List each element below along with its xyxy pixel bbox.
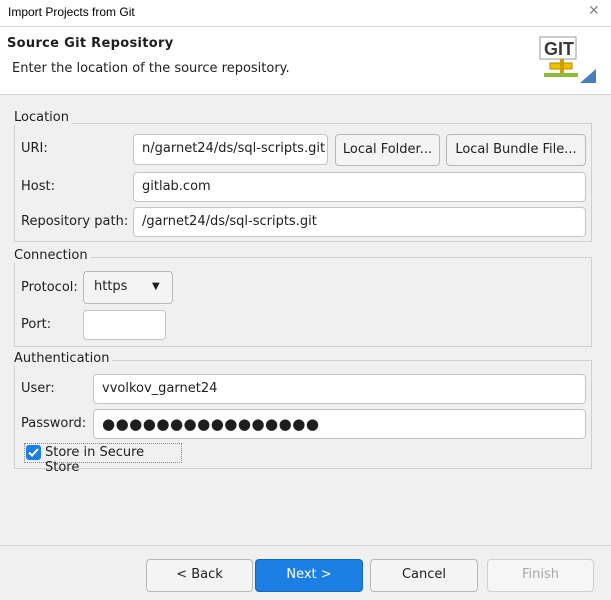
footer-separator: [0, 545, 611, 546]
title-bar: Import Projects from Git ✕: [0, 0, 611, 27]
page-description: Enter the location of the source reposit…: [12, 61, 290, 76]
chevron-down-icon: ▼: [152, 281, 160, 292]
port-label: Port:: [21, 317, 52, 332]
host-input[interactable]: gitlab.com: [133, 172, 586, 202]
wizard-content: Location URI: n/garnet24/ds/sql-scripts.…: [0, 95, 611, 545]
store-secure-label: Store in Secure Store: [45, 445, 145, 475]
local-folder-button[interactable]: Local Folder...: [335, 134, 440, 166]
location-legend: Location: [14, 110, 72, 125]
wizard-banner: Source Git Repository Enter the location…: [0, 27, 611, 95]
host-label: Host:: [21, 179, 55, 194]
git-logo-icon: GIT: [539, 36, 596, 83]
connection-legend: Connection: [14, 248, 91, 263]
protocol-select[interactable]: https ▼: [83, 271, 173, 304]
user-input[interactable]: vvolkov_garnet24: [93, 374, 586, 404]
window-title: Import Projects from Git: [8, 5, 135, 19]
checkbox-box: [26, 445, 41, 460]
user-label: User:: [21, 381, 55, 396]
repository-path-input[interactable]: /garnet24/ds/sql-scripts.git: [133, 207, 586, 237]
close-icon[interactable]: ✕: [588, 3, 600, 19]
next-button[interactable]: Next >: [255, 559, 363, 592]
finish-button[interactable]: Finish: [487, 559, 594, 592]
password-label: Password:: [21, 416, 87, 431]
authentication-legend: Authentication: [14, 351, 113, 366]
checkmark-icon: [28, 448, 39, 457]
git-logo-text: GIT: [544, 39, 574, 59]
repository-path-label: Repository path:: [21, 214, 129, 229]
uri-label: URI:: [21, 141, 48, 156]
port-input[interactable]: [83, 310, 166, 340]
uri-input[interactable]: n/garnet24/ds/sql-scripts.git: [133, 134, 328, 165]
local-bundle-file-button[interactable]: Local Bundle File...: [446, 134, 586, 166]
protocol-value: https: [94, 279, 128, 294]
store-secure-checkbox[interactable]: Store in Secure Store: [24, 443, 182, 475]
page-title: Source Git Repository: [7, 36, 174, 51]
password-input[interactable]: ●●●●●●●●●●●●●●●●: [93, 409, 586, 439]
protocol-label: Protocol:: [21, 280, 78, 295]
cancel-button[interactable]: Cancel: [370, 559, 478, 592]
back-button[interactable]: < Back: [146, 559, 253, 592]
